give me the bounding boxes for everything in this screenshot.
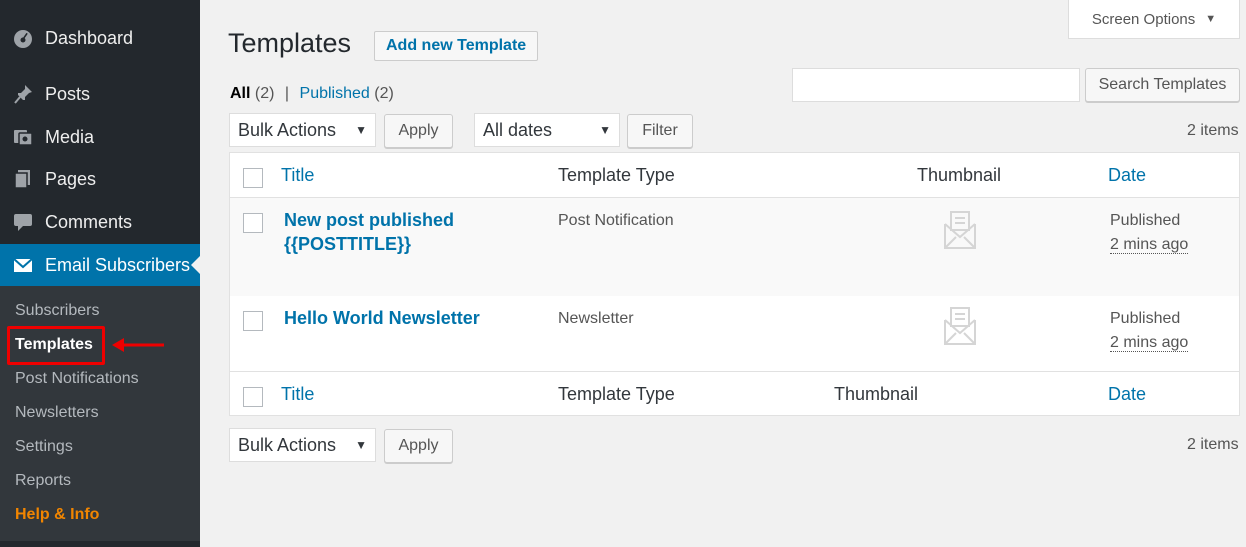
table-footer-row: Title Template Type Thumbnail Date (230, 371, 1239, 416)
submenu-newsletters[interactable]: Newsletters (15, 404, 99, 422)
column-title-sort[interactable]: Title (281, 165, 314, 186)
submenu-templates[interactable]: Templates (15, 336, 93, 354)
view-published[interactable]: Published (300, 85, 370, 102)
title-line: New post published (284, 210, 455, 230)
bulk-actions-select-top[interactable]: Bulk Actions ▼ (229, 113, 376, 147)
view-all[interactable]: All (230, 85, 250, 102)
pages-icon (0, 168, 45, 190)
search-input[interactable] (792, 68, 1080, 102)
dashboard-icon (0, 27, 45, 49)
media-icon (0, 126, 45, 148)
select-all-checkbox[interactable] (243, 168, 263, 188)
menu-label: Email Subscribers (45, 254, 191, 275)
page-title: Templates (228, 28, 352, 58)
email-thumbnail-icon (944, 211, 976, 249)
items-count-top: 2 items (1187, 122, 1239, 139)
date-status: Published (1110, 212, 1181, 229)
comments-icon (0, 211, 45, 233)
bulk-actions-value: Bulk Actions (238, 119, 337, 140)
bulk-actions-select-bottom[interactable]: Bulk Actions ▼ (229, 428, 376, 462)
menu-pages[interactable]: Pages (0, 158, 200, 200)
column-thumbnail-footer: Thumbnail (834, 384, 919, 404)
view-separator: | (284, 85, 290, 102)
template-type: Newsletter (558, 310, 634, 327)
submenu-reports[interactable]: Reports (15, 472, 71, 490)
date-cell: Published 2 mins ago (1110, 209, 1189, 257)
column-title-sort-footer[interactable]: Title (281, 384, 314, 405)
select-arrow-icon: ▼ (355, 438, 367, 452)
column-thumbnail: Thumbnail (917, 165, 1002, 185)
template-title-link[interactable]: Hello World Newsletter (284, 306, 480, 330)
caret-down-icon: ▼ (1205, 13, 1217, 25)
bulk-actions-value: Bulk Actions (238, 434, 337, 455)
date-filter-select[interactable]: All dates ▼ (474, 113, 620, 147)
template-title-link[interactable]: New post published {{POSTTITLE}} (284, 208, 454, 256)
table-row: Hello World Newsletter Newsletter Publis… (230, 296, 1239, 371)
submenu-subscribers[interactable]: Subscribers (15, 302, 99, 320)
column-date-sort[interactable]: Date (1108, 165, 1146, 186)
date-cell: Published 2 mins ago (1110, 307, 1189, 355)
column-date-sort-footer[interactable]: Date (1108, 384, 1146, 405)
select-all-checkbox-footer[interactable] (243, 387, 263, 407)
table-row: New post published {{POSTTITLE}} Post No… (230, 198, 1239, 296)
template-type: Post Notification (558, 212, 674, 229)
menu-dashboard[interactable]: Dashboard (0, 17, 200, 59)
templates-table: Title Template Type Thumbnail Date New p… (229, 152, 1240, 416)
email-subscribers-submenu: Subscribers Templates Post Notifications… (0, 286, 200, 541)
active-menu-pointer (191, 256, 200, 274)
envelope-icon (0, 254, 45, 276)
row-checkbox[interactable] (243, 213, 263, 233)
menu-label: Dashboard (45, 27, 134, 48)
menu-email-subscribers[interactable]: Email Subscribers (0, 244, 200, 286)
date-filter-value: All dates (483, 119, 553, 140)
view-published-count: (2) (374, 85, 394, 102)
submenu-settings[interactable]: Settings (15, 438, 73, 456)
email-thumbnail-icon (944, 307, 976, 345)
menu-comments[interactable]: Comments (0, 201, 200, 243)
date-ago: 2 mins ago (1110, 236, 1189, 254)
title-line: {{POSTTITLE}} (284, 234, 412, 254)
view-all-count: (2) (254, 85, 275, 102)
submenu-help-info[interactable]: Help & Info (15, 506, 99, 524)
submenu-post-notifications[interactable]: Post Notifications (15, 370, 139, 388)
items-count-bottom: 2 items (1187, 436, 1239, 453)
date-ago: 2 mins ago (1110, 334, 1189, 352)
pin-icon (0, 83, 45, 105)
apply-button-bottom[interactable]: Apply (384, 429, 453, 463)
menu-label: Media (45, 126, 95, 147)
select-arrow-icon: ▼ (599, 123, 611, 137)
column-template-type: Template Type (558, 165, 675, 185)
menu-label: Pages (45, 168, 97, 189)
menu-label: Posts (45, 83, 91, 104)
add-new-template-button[interactable]: Add new Template (374, 31, 539, 61)
date-status: Published (1110, 310, 1181, 327)
column-template-type-footer: Template Type (558, 384, 675, 404)
filter-button[interactable]: Filter (627, 114, 693, 148)
menu-media[interactable]: Media (0, 116, 200, 158)
screen-options-button[interactable]: Screen Options ▼ (1068, 0, 1240, 39)
table-header-row: Title Template Type Thumbnail Date (230, 153, 1239, 198)
screen-options-label: Screen Options (1091, 10, 1196, 28)
menu-label: Comments (45, 211, 133, 232)
status-views: All (2) | Published (2) (230, 85, 394, 103)
admin-sidebar: Dashboard Posts Media Pages Comments Ema… (0, 0, 200, 547)
row-checkbox[interactable] (243, 311, 263, 331)
apply-button-top[interactable]: Apply (384, 114, 453, 148)
menu-posts[interactable]: Posts (0, 73, 200, 115)
search-templates-button[interactable]: Search Templates (1085, 68, 1240, 102)
select-arrow-icon: ▼ (355, 123, 367, 137)
red-arrow-icon (112, 338, 164, 352)
